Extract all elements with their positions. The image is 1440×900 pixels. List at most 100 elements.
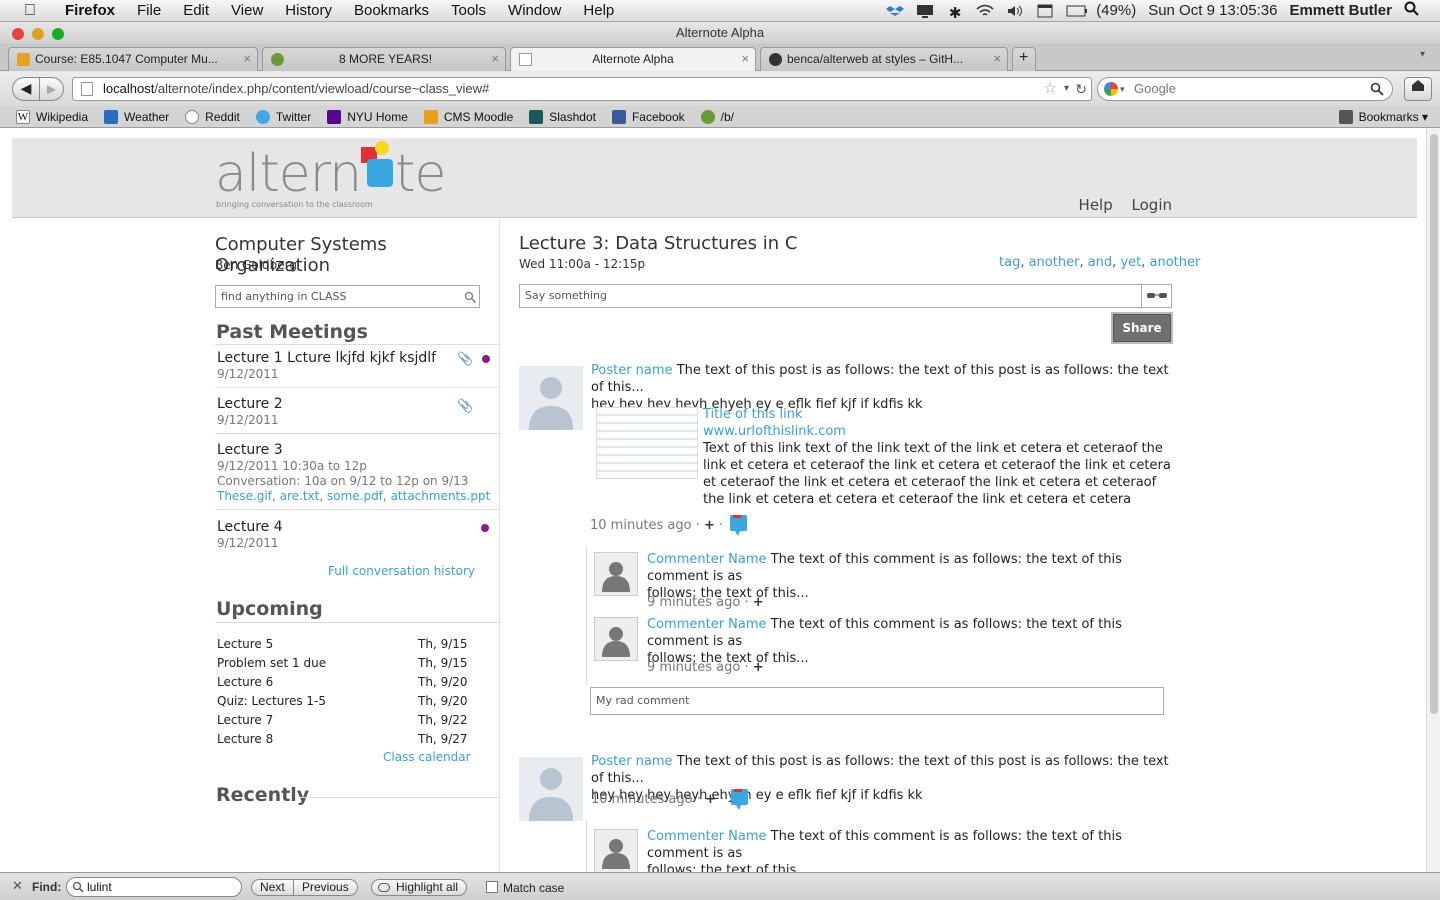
- close-find-icon[interactable]: ✕: [12, 878, 23, 894]
- bookmark-twitter[interactable]: Twitter: [255, 109, 311, 124]
- meeting-item-active[interactable]: Lecture 3 9/12/2011 10:30a to 12p Conver…: [217, 442, 499, 503]
- find-next-button[interactable]: Next: [251, 879, 294, 896]
- class-search-input[interactable]: find anything in CLASS: [215, 285, 480, 308]
- reload-icon[interactable]: ↻: [1075, 78, 1087, 100]
- search-icon[interactable]: [464, 289, 477, 310]
- link-title[interactable]: Title of this link: [703, 406, 1178, 423]
- meeting-item[interactable]: Lecture 4 9/12/2011: [217, 519, 499, 550]
- page-identity-icon[interactable]: [81, 82, 93, 96]
- plus-icon[interactable]: +: [705, 792, 716, 807]
- upcoming-item[interactable]: Lecture 7: [217, 713, 273, 727]
- bookmark-nyu-home[interactable]: NYU Home: [327, 109, 408, 124]
- bookmark-slashdot[interactable]: Slashdot: [529, 109, 596, 124]
- tag-link[interactable]: another: [1150, 255, 1201, 270]
- history-dropdown-icon[interactable]: ▾: [1064, 78, 1069, 100]
- list-all-tabs-icon[interactable]: ▾: [1420, 49, 1425, 60]
- menu-history[interactable]: History: [274, 2, 343, 19]
- bookmark-wikipedia[interactable]: W Wikipedia: [16, 109, 88, 124]
- poster-avatar[interactable]: [519, 366, 583, 430]
- upcoming-item[interactable]: Lecture 5: [217, 637, 273, 651]
- paperclip-icon[interactable]: 📎: [457, 399, 473, 414]
- user-name[interactable]: Emmett Butler: [1289, 2, 1392, 19]
- find-input[interactable]: lulint: [66, 877, 242, 897]
- close-tab-icon[interactable]: ×: [741, 48, 749, 70]
- meeting-title[interactable]: Lecture 4: [217, 519, 499, 535]
- close-tab-icon[interactable]: ×: [243, 48, 251, 70]
- attachment-link[interactable]: attachments.ppt: [391, 489, 491, 503]
- minimize-window-button[interactable]: [32, 28, 44, 40]
- highlight-all-button[interactable]: Highlight all: [371, 879, 468, 896]
- plus-icon[interactable]: +: [753, 660, 764, 675]
- bookmark-star-icon[interactable]: ☆: [1044, 78, 1057, 100]
- share-button[interactable]: Share: [1113, 314, 1171, 342]
- upcoming-item[interactable]: Lecture 6: [217, 675, 273, 689]
- commenter-avatar[interactable]: [594, 617, 638, 661]
- menu-window[interactable]: Window: [497, 2, 572, 19]
- plus-icon[interactable]: +: [704, 518, 715, 533]
- new-tab-button[interactable]: +: [1012, 47, 1036, 71]
- scrollbar-thumb[interactable]: [1430, 134, 1438, 714]
- tab-course[interactable]: Course: E85.1047 Computer Mu... ×: [8, 47, 258, 71]
- bookmark-cms-moodle[interactable]: CMS Moodle: [423, 109, 513, 124]
- tab-alternote[interactable]: Alternote Alpha ×: [510, 47, 756, 71]
- upcoming-item[interactable]: Problem set 1 due: [217, 656, 326, 670]
- tag-link[interactable]: and: [1088, 255, 1112, 270]
- help-link[interactable]: Help: [1079, 196, 1113, 214]
- link-thumbnail[interactable]: [596, 407, 698, 479]
- menu-bookmarks[interactable]: Bookmarks: [343, 2, 440, 19]
- find-previous-button[interactable]: Previous: [294, 879, 358, 896]
- say-something-input[interactable]: Say something: [519, 284, 1172, 308]
- menu-view[interactable]: View: [220, 2, 274, 19]
- match-case-checkbox[interactable]: [486, 881, 498, 893]
- calendar-icon[interactable]: [1036, 4, 1054, 18]
- commenter-avatar[interactable]: [594, 552, 638, 596]
- zoom-window-button[interactable]: [52, 28, 64, 40]
- clock[interactable]: Sun Oct 9 13:05:36: [1148, 2, 1277, 19]
- full-history-link[interactable]: Full conversation history: [328, 564, 475, 578]
- spotlight-icon[interactable]: [1404, 1, 1420, 21]
- bookmark-b[interactable]: /b/: [700, 109, 734, 124]
- attachment-link[interactable]: some.pdf: [327, 489, 383, 503]
- tag-link[interactable]: another: [1029, 255, 1080, 270]
- display-icon[interactable]: [916, 4, 934, 18]
- meeting-title[interactable]: Lecture 3: [217, 442, 499, 458]
- menu-file[interactable]: File: [126, 2, 172, 19]
- upcoming-item[interactable]: Quiz: Lectures 1-5: [217, 694, 326, 708]
- speech-bubble-icon[interactable]: [731, 789, 748, 810]
- apple-icon[interactable]: : [20, 2, 40, 20]
- google-icon[interactable]: [1104, 82, 1118, 96]
- commenter-avatar[interactable]: [594, 829, 638, 872]
- glasses-icon[interactable]: [1141, 285, 1171, 307]
- search-icon[interactable]: [1370, 81, 1384, 103]
- tab-github[interactable]: benca/alterweb at styles – GitH... ×: [760, 47, 1008, 71]
- url-bar[interactable]: localhost/alternote/index.php/content/vi…: [72, 77, 1092, 101]
- commenter-name-link[interactable]: Commenter Name: [647, 617, 767, 632]
- tab-8-more-years[interactable]: 8 MORE YEARS! ×: [262, 47, 506, 71]
- bookmarks-menu-button[interactable]: Bookmarks ▾: [1338, 109, 1428, 124]
- bookmark-facebook[interactable]: Facebook: [611, 109, 685, 124]
- poster-name-link[interactable]: Poster name: [591, 754, 673, 769]
- back-button[interactable]: ◀: [12, 77, 40, 101]
- link-url[interactable]: www.urlofthislink.com: [703, 423, 1178, 440]
- alternote-logo[interactable]: altern te: [215, 141, 447, 200]
- battery-icon[interactable]: [1066, 4, 1088, 18]
- class-calendar-link[interactable]: Class calendar: [383, 750, 471, 764]
- login-link[interactable]: Login: [1132, 196, 1172, 214]
- plus-icon[interactable]: +: [753, 595, 764, 610]
- attachment-link[interactable]: are.txt: [280, 489, 320, 503]
- close-window-button[interactable]: [12, 28, 24, 40]
- dropbox-icon[interactable]: [886, 4, 905, 18]
- commenter-name-link[interactable]: Commenter Name: [647, 552, 767, 567]
- volume-icon[interactable]: [1006, 4, 1024, 18]
- search-bar[interactable]: ▾ Google: [1097, 77, 1393, 101]
- bluetooth-icon[interactable]: ✱: [946, 4, 964, 22]
- paperclip-icon[interactable]: 📎: [457, 352, 473, 367]
- menu-app[interactable]: Firefox: [54, 2, 126, 19]
- wifi-icon[interactable]: [976, 4, 994, 18]
- forward-button[interactable]: ▶: [40, 77, 64, 101]
- tag-link[interactable]: yet: [1120, 255, 1141, 270]
- tag-link[interactable]: tag: [999, 255, 1020, 270]
- attachment-link[interactable]: These.gif: [217, 489, 272, 503]
- engine-dropdown-icon[interactable]: ▾: [1120, 78, 1125, 100]
- speech-bubble-icon[interactable]: [730, 515, 747, 536]
